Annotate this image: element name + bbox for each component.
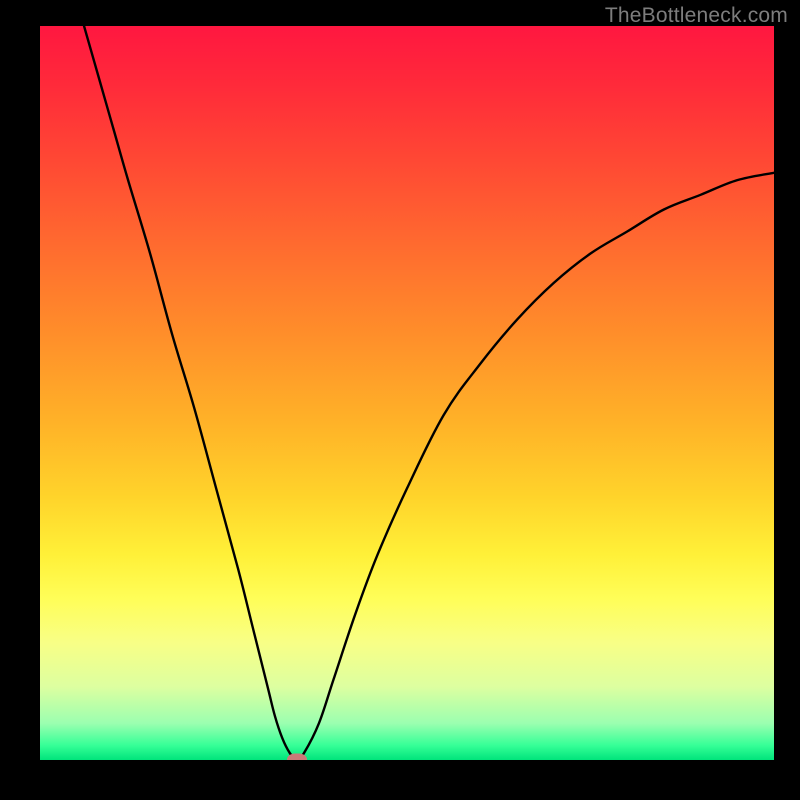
chart-frame: TheBottleneck.com — [0, 0, 800, 800]
plot-area — [40, 26, 774, 760]
bottleneck-curve — [84, 26, 774, 760]
optimum-marker — [287, 754, 307, 761]
watermark-text: TheBottleneck.com — [605, 4, 788, 28]
curve-svg — [40, 26, 774, 760]
